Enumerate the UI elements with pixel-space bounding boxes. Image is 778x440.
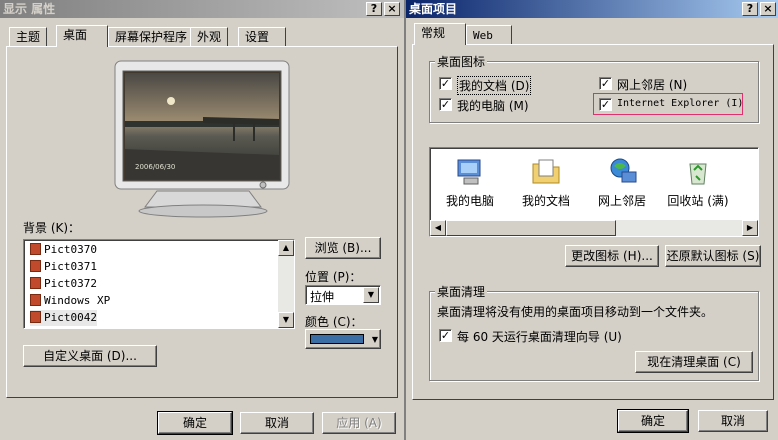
my-documents-label[interactable]: 我的文档 (D) bbox=[457, 76, 532, 95]
display-properties-window: 显示 属性 ? × 主题 桌面 屏幕保护程序 外观 设置 2006/06/30 … bbox=[0, 0, 404, 440]
cleanup-schedule-label[interactable]: 每 60 天运行桌面清理向导 (U) bbox=[457, 328, 622, 345]
tab-themes[interactable]: 主题 bbox=[9, 27, 48, 47]
color-label: 颜色 (C)： bbox=[305, 315, 363, 329]
image-file-icon bbox=[30, 243, 41, 255]
tab-screensaver[interactable]: 屏幕保护程序 bbox=[108, 27, 195, 47]
restore-default-button[interactable]: 还原默认图标 (S) bbox=[665, 245, 761, 267]
desktop-icon-my-computer[interactable]: 我的电脑 bbox=[432, 156, 508, 209]
cleanup-now-button[interactable]: 现在清理桌面 (C) bbox=[635, 351, 753, 373]
desktop-icon-recycle-full[interactable]: 回收站 (满) bbox=[660, 156, 736, 209]
browse-button[interactable]: 浏览 (B)... bbox=[305, 237, 381, 259]
scroll-right-button[interactable]: ▶ bbox=[742, 220, 758, 236]
window-title: 桌面项目 bbox=[409, 2, 458, 16]
position-label: 位置 (P)： bbox=[305, 270, 362, 284]
desktop-tab-panel: 2006/06/30 背景 (K)： Pict0370 Pict0371 Pic… bbox=[6, 46, 398, 398]
list-item[interactable]: Pict0372 bbox=[30, 276, 97, 292]
help-button[interactable]: ? bbox=[366, 2, 382, 16]
tab-appearance[interactable]: 外观 bbox=[190, 27, 229, 47]
cleanup-description: 桌面清理将没有使用的桌面项目移动到一个文件夹。 bbox=[437, 305, 714, 319]
general-tab-panel: 桌面图标 ✓ 我的文档 (D) ✓ 网上邻居 (N) ✓ 我的电脑 (M) ✓ … bbox=[412, 44, 774, 400]
tab-web[interactable]: Web bbox=[466, 25, 512, 45]
recycle-bin-full-icon bbox=[689, 163, 707, 185]
close-button[interactable]: × bbox=[760, 2, 776, 16]
ok-button[interactable]: 确定 bbox=[617, 409, 689, 433]
cancel-button[interactable]: 取消 bbox=[698, 410, 768, 432]
list-item[interactable]: Pict0371 bbox=[30, 259, 97, 275]
desktop-cleanup-group-title: 桌面清理 bbox=[435, 283, 488, 300]
desktop-items-titlebar[interactable]: 桌面项目 bbox=[406, 0, 778, 18]
my-computer-label[interactable]: 我的电脑 (M) bbox=[457, 97, 529, 114]
list-item[interactable]: Windows XP bbox=[30, 293, 110, 309]
desktop-icon-network-places[interactable]: 网上邻居 bbox=[584, 156, 660, 209]
display-properties-titlebar[interactable]: 显示 属性 bbox=[0, 0, 404, 18]
change-icon-button[interactable]: 更改图标 (H)... bbox=[565, 245, 659, 267]
my-computer-checkbox[interactable]: ✓ bbox=[439, 98, 452, 111]
computer-icon bbox=[457, 159, 481, 185]
list-scrollbar[interactable]: ▲ ▼ bbox=[278, 240, 294, 328]
background-list[interactable]: Pict0370 Pict0371 Pict0372 Windows XP Pi… bbox=[23, 239, 295, 329]
image-file-icon bbox=[30, 294, 41, 306]
close-button[interactable]: × bbox=[384, 2, 400, 16]
color-picker-button[interactable]: ▼ bbox=[305, 329, 381, 349]
recycle-bin-empty-icon bbox=[758, 156, 759, 188]
preview-date: 2006/06/30 bbox=[135, 163, 175, 171]
position-select[interactable]: 拉伸 ▼ bbox=[305, 285, 381, 305]
apply-button[interactable]: 应用 (A) bbox=[322, 412, 396, 434]
list-item-selected[interactable]: Pict0042 bbox=[30, 310, 97, 326]
scroll-left-button[interactable]: ◀ bbox=[430, 220, 446, 236]
help-button[interactable]: ? bbox=[742, 2, 758, 16]
color-swatch bbox=[310, 334, 364, 344]
desktop-icon-list[interactable]: 我的电脑 我的文档 网上邻居 回收站 (满) 回收 ◀ ▶ bbox=[429, 147, 759, 237]
ok-button[interactable]: 确定 bbox=[157, 411, 233, 435]
desktop-icon-my-documents[interactable]: 我的文档 bbox=[508, 156, 584, 209]
cleanup-schedule-checkbox[interactable]: ✓ bbox=[439, 329, 452, 342]
tab-general[interactable]: 常规 bbox=[414, 23, 466, 45]
window-title: 显示 属性 bbox=[3, 2, 56, 16]
scroll-thumb[interactable] bbox=[446, 220, 616, 236]
scroll-up-button[interactable]: ▲ bbox=[278, 240, 294, 256]
network-globe-icon bbox=[610, 158, 637, 183]
image-file-icon bbox=[30, 277, 41, 289]
desktop-icon-recycle-empty[interactable]: 回收 bbox=[736, 156, 759, 209]
network-places-checkbox[interactable]: ✓ bbox=[599, 77, 612, 90]
customize-desktop-button[interactable]: 自定义桌面 (D)... bbox=[23, 345, 157, 367]
scroll-down-button[interactable]: ▼ bbox=[278, 312, 294, 328]
image-file-icon bbox=[30, 260, 41, 272]
internet-explorer-checkbox[interactable]: ✓ bbox=[599, 98, 612, 111]
list-item[interactable]: Pict0370 bbox=[30, 242, 97, 258]
horizontal-scrollbar[interactable]: ◀ ▶ bbox=[430, 220, 758, 236]
chevron-down-icon[interactable]: ▼ bbox=[363, 287, 379, 303]
tab-settings[interactable]: 设置 bbox=[238, 27, 286, 47]
background-label: 背景 (K)： bbox=[23, 221, 81, 235]
network-places-label[interactable]: 网上邻居 (N) bbox=[617, 76, 687, 93]
monitor-preview: 2006/06/30 bbox=[114, 60, 290, 218]
chevron-down-icon: ▼ bbox=[371, 335, 378, 344]
desktop-icons-group-title: 桌面图标 bbox=[435, 53, 488, 70]
tab-desktop[interactable]: 桌面 bbox=[56, 25, 108, 47]
image-file-icon bbox=[30, 311, 41, 323]
desktop-items-window: 桌面项目 ? × 常规 Web 桌面图标 ✓ 我的文档 (D) ✓ 网上邻居 (… bbox=[406, 0, 778, 440]
internet-explorer-label[interactable]: Internet Explorer (I) bbox=[617, 98, 743, 109]
cancel-button[interactable]: 取消 bbox=[240, 412, 314, 434]
my-documents-checkbox[interactable]: ✓ bbox=[439, 77, 452, 90]
folder-icon bbox=[532, 159, 560, 184]
